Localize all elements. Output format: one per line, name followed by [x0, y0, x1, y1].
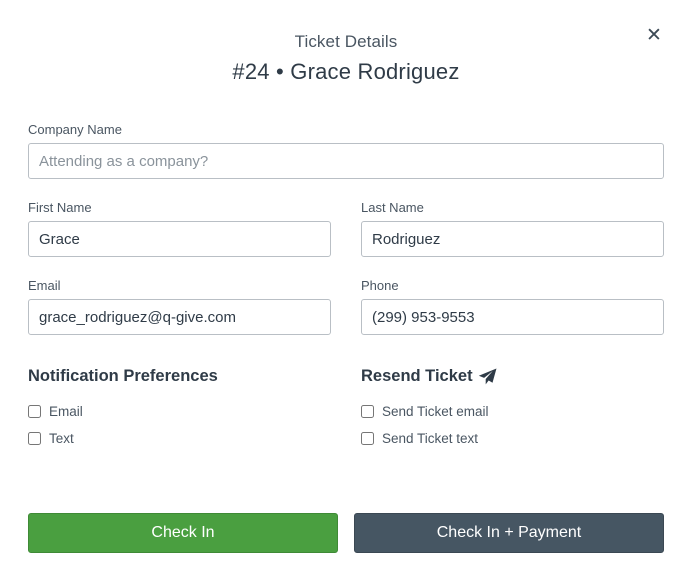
- resend-ticket-title: Resend Ticket: [361, 367, 497, 386]
- phone-input[interactable]: [361, 299, 664, 335]
- notification-preferences-title: Notification Preferences: [28, 367, 218, 386]
- check-in-payment-button[interactable]: Check In + Payment: [354, 513, 664, 553]
- phone-label: Phone: [361, 278, 399, 293]
- resend-ticket-label: Resend Ticket: [361, 367, 473, 385]
- ticket-details-modal: ✕ Ticket Details #24 • Grace Rodriguez C…: [0, 0, 692, 584]
- notify-text-label: Text: [49, 431, 74, 446]
- last-name-label: Last Name: [361, 200, 424, 215]
- check-in-button[interactable]: Check In: [28, 513, 338, 553]
- send-ticket-email-checkbox[interactable]: [361, 405, 374, 418]
- notify-text-checkbox[interactable]: [28, 432, 41, 445]
- last-name-input[interactable]: [361, 221, 664, 257]
- notify-email-label: Email: [49, 404, 83, 419]
- notification-preferences-label: Notification Preferences: [28, 367, 218, 385]
- email-input[interactable]: [28, 299, 331, 335]
- notify-email-checkbox[interactable]: [28, 405, 41, 418]
- company-name-input[interactable]: [28, 143, 664, 179]
- send-ticket-text-checkbox[interactable]: [361, 432, 374, 445]
- notify-email-option[interactable]: Email: [28, 404, 83, 419]
- modal-subtitle: Ticket Details: [294, 32, 398, 51]
- send-ticket-text-label: Send Ticket text: [382, 431, 479, 446]
- notify-text-option[interactable]: Text: [28, 431, 74, 446]
- paper-plane-icon: [478, 368, 497, 385]
- modal-header: Ticket Details #24 • Grace Rodriguez: [0, 32, 692, 85]
- send-ticket-email-label: Send Ticket email: [382, 404, 489, 419]
- first-name-label: First Name: [28, 200, 92, 215]
- send-ticket-email-option[interactable]: Send Ticket email: [361, 404, 489, 419]
- company-name-label: Company Name: [28, 122, 122, 137]
- send-ticket-text-option[interactable]: Send Ticket text: [361, 431, 478, 446]
- modal-title: #24 • Grace Rodriguez: [232, 59, 460, 84]
- email-label: Email: [28, 278, 61, 293]
- first-name-input[interactable]: [28, 221, 331, 257]
